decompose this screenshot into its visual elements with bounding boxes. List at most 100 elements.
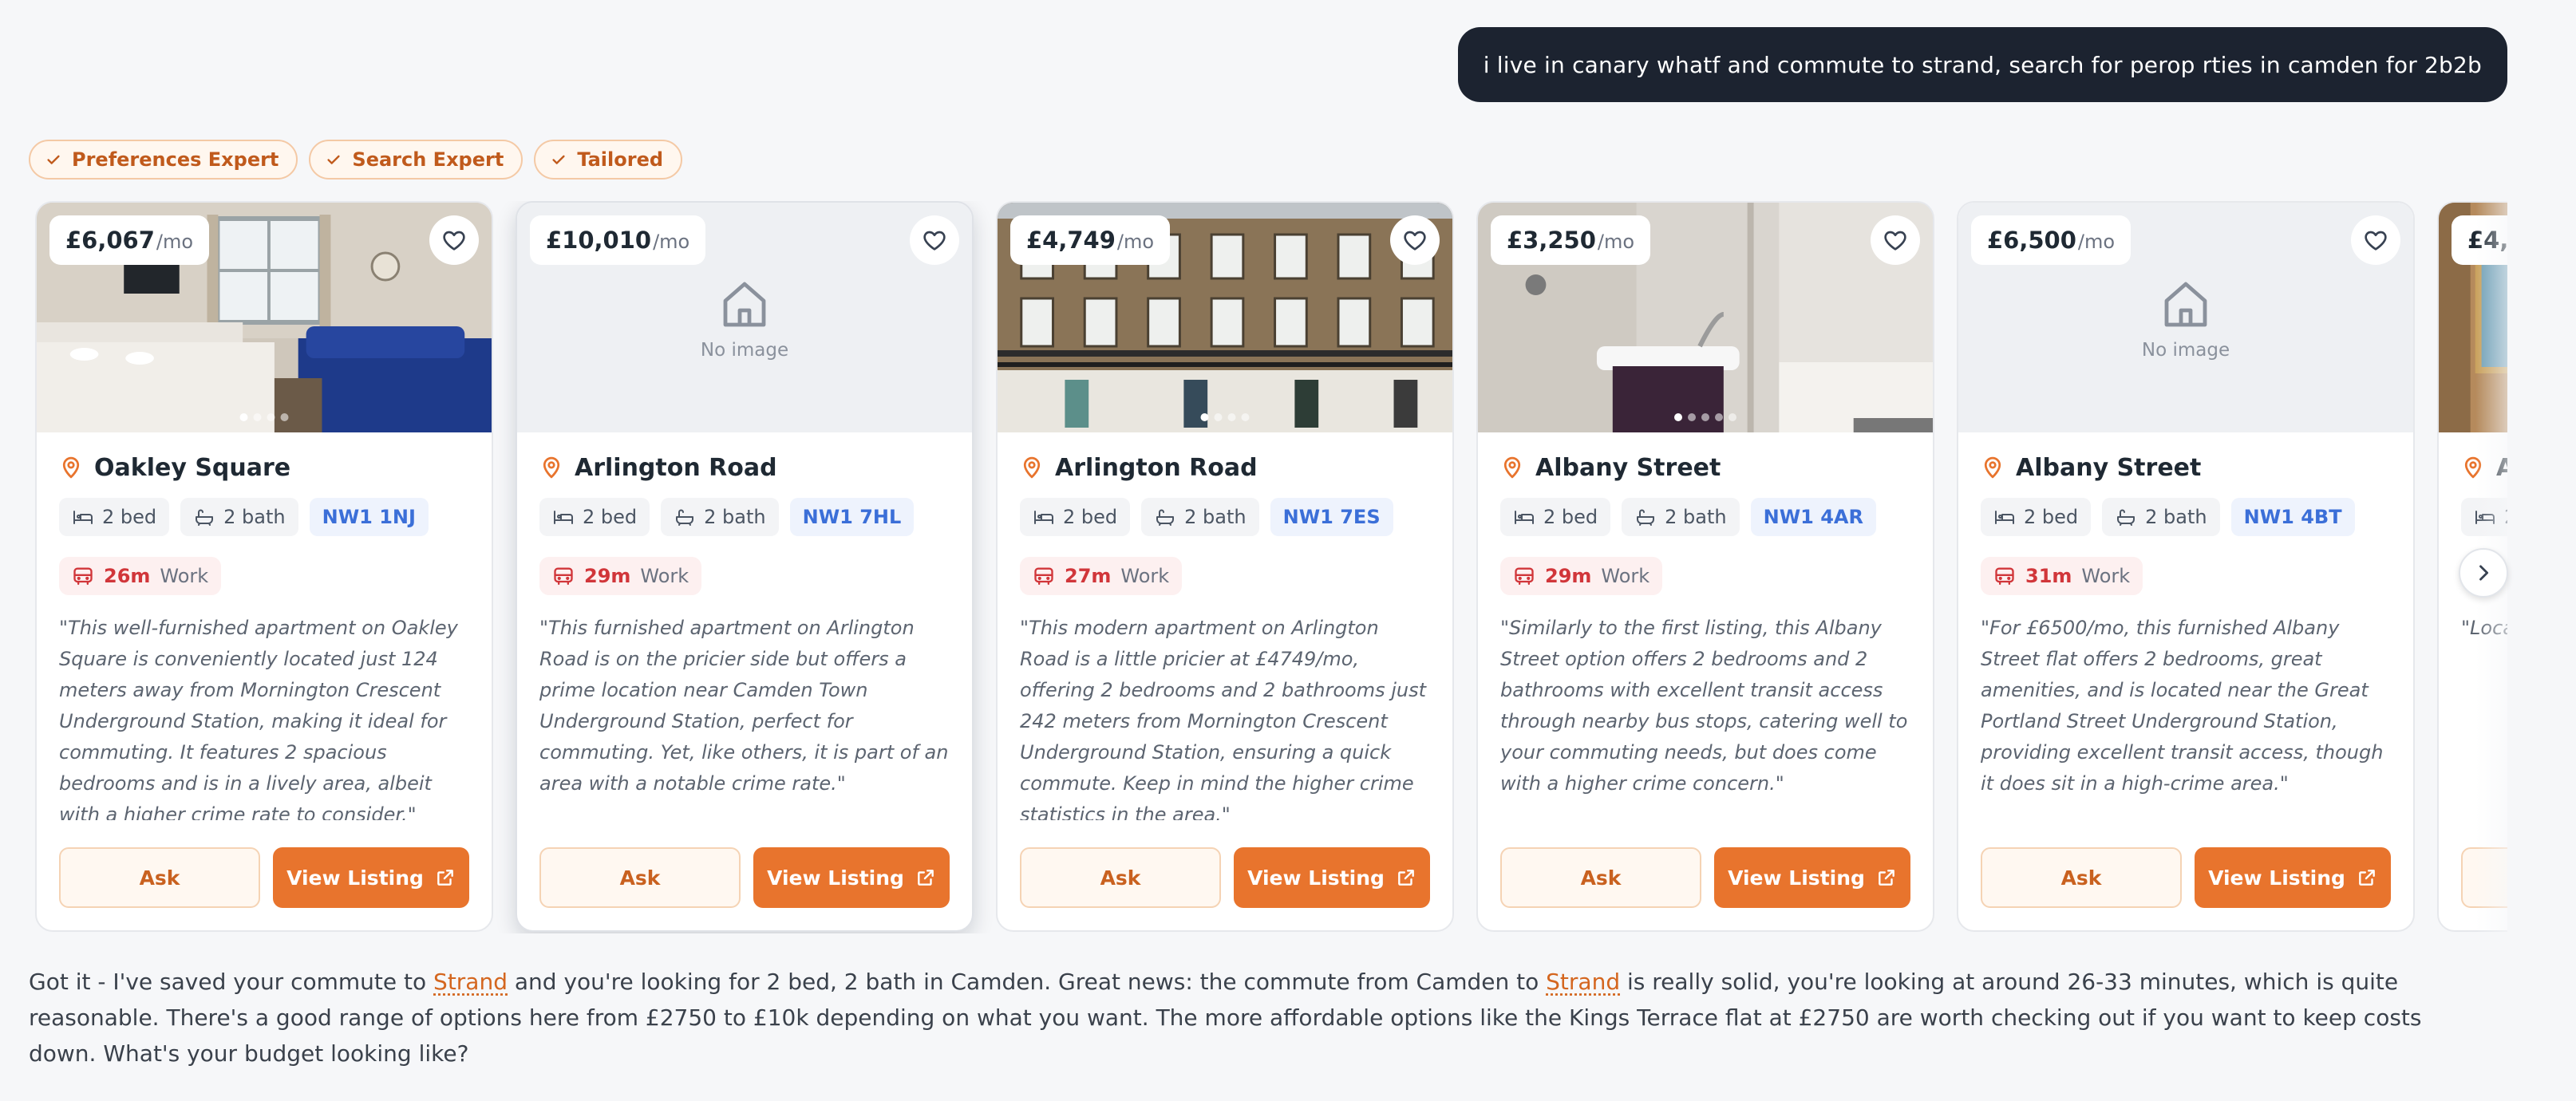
- baths-tag: 2 bath: [2102, 498, 2220, 536]
- photo-pager[interactable]: [1674, 413, 1736, 421]
- view-listing-button[interactable]: View Listing: [2195, 847, 2391, 908]
- beds-label: 2 bed: [1543, 506, 1598, 528]
- beds-tag: 2 bed: [59, 498, 170, 536]
- view-listing-label: View Listing: [767, 866, 904, 890]
- price-period: /mo: [156, 231, 194, 253]
- expert-chip: Preferences Expert: [29, 140, 298, 180]
- view-listing-label: View Listing: [1728, 866, 1865, 890]
- heart-icon: [922, 227, 947, 253]
- price: £6,067: [65, 227, 155, 254]
- baths-label: 2 bath: [704, 506, 766, 528]
- view-listing-label: View Listing: [1247, 866, 1385, 890]
- commute-label: Work: [2081, 565, 2131, 587]
- listing-summary: "This well-furnished apartment on Oakley…: [59, 617, 458, 820]
- favorite-button[interactable]: [1871, 215, 1920, 265]
- commute-label: Work: [1120, 565, 1170, 587]
- price: £6,500: [1987, 227, 2076, 254]
- chevron-right-icon: [2479, 565, 2489, 581]
- listing-title: Arlington Road: [575, 453, 777, 482]
- view-listing-label: View Listing: [286, 866, 424, 890]
- listing-summary: "For £6500/mo, this furnished Albany Str…: [1981, 617, 2384, 795]
- price: £10,010: [546, 227, 652, 254]
- ask-button[interactable]: Ask: [59, 847, 260, 908]
- bed-icon: [1033, 507, 1055, 527]
- external-link-icon: [1876, 867, 1897, 888]
- bed-icon: [1513, 507, 1535, 527]
- commute-badge: 26m Work: [59, 557, 222, 595]
- price-badge: £4,749/mo: [1010, 215, 1171, 265]
- bus-icon: [552, 565, 575, 587]
- price: £3,250: [1507, 227, 1596, 254]
- bath-icon: [193, 507, 215, 527]
- baths-label: 2 bath: [1665, 506, 1727, 528]
- commute-label: Work: [160, 565, 209, 587]
- listing-card[interactable]: £4,749/mo Arlington Road 2 bed 2 bath NW1 7E…: [996, 201, 1454, 932]
- price-period: /mo: [1597, 231, 1635, 253]
- photo-pager[interactable]: [1200, 413, 1250, 421]
- view-listing-button[interactable]: View Listing: [753, 847, 950, 908]
- bath-icon: [1634, 507, 1657, 527]
- beds-label: 2 bed: [583, 506, 638, 528]
- price-badge: £3,250/mo: [1491, 215, 1651, 265]
- heart-icon: [1883, 227, 1908, 253]
- chip-label: Tailored: [577, 148, 664, 171]
- bath-icon: [1154, 507, 1176, 527]
- chip-label: Preferences Expert: [72, 148, 279, 171]
- location-link-strand[interactable]: Strand: [1546, 969, 1620, 995]
- postcode-tag: NW1 1NJ: [309, 498, 429, 536]
- bath-icon: [2115, 507, 2137, 527]
- listing-card[interactable]: £6,067/mo Oakley Square 2 bed 2 bath NW1 1NJ…: [35, 201, 493, 932]
- listing-card[interactable]: £3,250/mo Albany Street 2 bed 2 bath NW1 4AR…: [1476, 201, 1934, 932]
- bath-icon: [674, 507, 696, 527]
- external-link-icon: [915, 867, 936, 888]
- listing-summary: "This modern apartment on Arlington Road…: [1020, 617, 1427, 820]
- beds-tag: 2 bed: [1020, 498, 1131, 536]
- assistant-reply: Got it - I've saved your commute to Stra…: [29, 964, 2495, 1071]
- reply-text-1: Got it - I've saved your commute to: [29, 969, 434, 995]
- carousel-next-button[interactable]: [2459, 548, 2508, 598]
- favorite-button[interactable]: [1390, 215, 1440, 265]
- external-link-icon: [1396, 867, 1416, 888]
- baths-tag: 2 bath: [1141, 498, 1259, 536]
- price-period: /mo: [653, 231, 690, 253]
- chip-label: Search Expert: [352, 148, 504, 171]
- listing-title: Oakley Square: [94, 453, 291, 482]
- favorite-button[interactable]: [429, 215, 479, 265]
- price-badge: £10,010/mo: [530, 215, 706, 265]
- location-pin-icon: [59, 456, 83, 479]
- ask-button[interactable]: Ask: [539, 847, 741, 908]
- price-badge: £6,500/mo: [1971, 215, 2132, 265]
- beds-tag: 2 bed: [1500, 498, 1611, 536]
- ask-button[interactable]: Ask: [1500, 847, 1701, 908]
- price: £4,749: [1026, 227, 1116, 254]
- postcode-tag: NW1 7HL: [789, 498, 915, 536]
- listing-details: Arlington Road 2 bed 2 bath NW1 7ES 27m Work "…: [998, 432, 1452, 930]
- user-message-text: i live in canary whatf and commute to st…: [1483, 51, 2482, 78]
- location-link-strand[interactable]: Strand: [433, 969, 508, 995]
- commute-badge: 29m Work: [1500, 557, 1663, 595]
- view-listing-button[interactable]: View Listing: [1234, 847, 1430, 908]
- heart-icon: [1402, 227, 1428, 253]
- heart-icon: [2363, 227, 2388, 253]
- location-pin-icon: [1500, 456, 1524, 479]
- check-icon: [550, 151, 567, 168]
- photo-pager[interactable]: [239, 413, 289, 421]
- listing-title: Albany Street: [1535, 453, 1721, 482]
- listing-title: Albany Street: [2016, 453, 2202, 482]
- beds-tag: 2 bed: [1981, 498, 2092, 536]
- view-listing-button[interactable]: View Listing: [1714, 847, 1910, 908]
- listing-card[interactable]: No image £6,500/mo Albany Street 2 bed 2 bat…: [1957, 201, 2415, 932]
- view-listing-button[interactable]: View Listing: [273, 847, 469, 908]
- commute-minutes: 29m: [584, 565, 631, 587]
- ask-button[interactable]: Ask: [1020, 847, 1221, 908]
- listing-card[interactable]: No image £10,010/mo Arlington Road 2 bed 2 b…: [516, 201, 974, 932]
- favorite-button[interactable]: [2351, 215, 2400, 265]
- location-pin-icon: [1981, 456, 2005, 479]
- listings-carousel: £6,067/mo Oakley Square 2 bed 2 bath NW1 1NJ…: [35, 201, 2507, 933]
- beds-tag: 2 bed: [539, 498, 650, 536]
- house-icon: [716, 274, 773, 332]
- ask-button[interactable]: Ask: [1981, 847, 2182, 908]
- check-icon: [325, 151, 342, 168]
- favorite-button[interactable]: [910, 215, 959, 265]
- commute-minutes: 31m: [2025, 565, 2072, 587]
